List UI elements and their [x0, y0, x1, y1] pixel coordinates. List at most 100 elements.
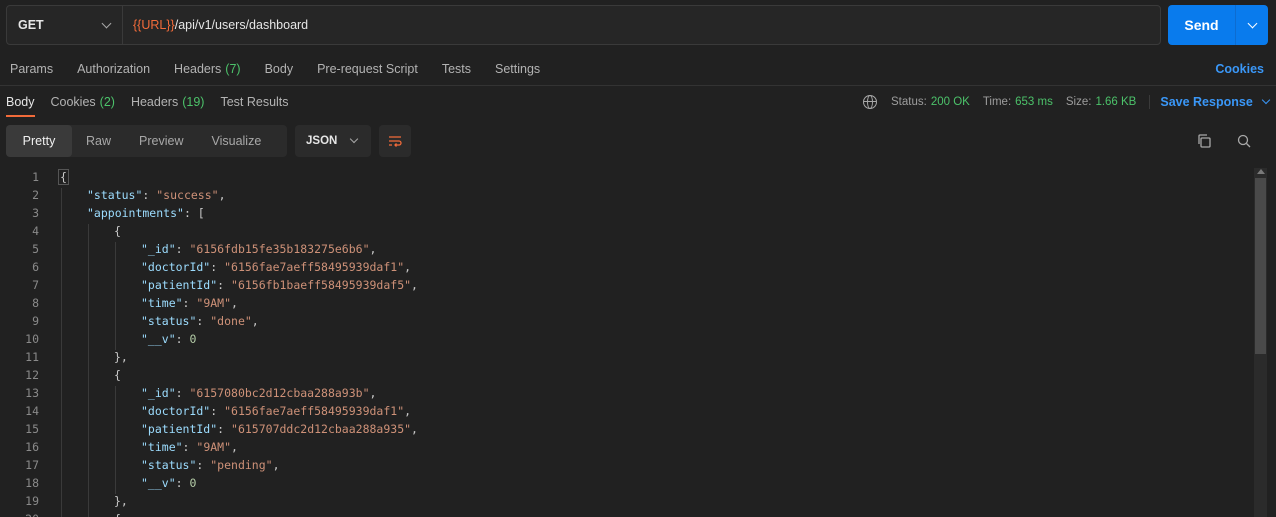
tab-label: Tests [441, 62, 471, 76]
size-value: 1.66 KB [1095, 96, 1137, 108]
code-line: { [58, 169, 69, 185]
line-number: 8 [32, 296, 39, 310]
json-string: "615707ddc2d12cbaa288a935" [231, 422, 412, 436]
json-string: "6157080bc2d12cbaa288a93b" [189, 386, 370, 400]
json-string: "9AM" [196, 296, 232, 310]
json-punctuation: : [182, 296, 197, 310]
view-preview-button[interactable]: Preview [125, 125, 197, 157]
json-key: "status" [87, 188, 143, 202]
line-number: 6 [32, 260, 39, 274]
response-tabs: Body Cookies (2) Headers (19) Test Results [6, 95, 305, 117]
save-response-label: Save Response [1160, 95, 1253, 109]
line-number: 5 [32, 242, 39, 256]
save-response-button[interactable]: Save Response [1160, 95, 1271, 109]
json-key: "__v" [141, 476, 176, 490]
code-line: "time": "9AM", [141, 440, 238, 454]
code-line: { [114, 368, 121, 382]
json-key: "patientId" [141, 278, 218, 292]
scroll-up-icon[interactable] [1257, 169, 1265, 174]
scrollbar-thumb[interactable] [1255, 178, 1266, 354]
search-icon[interactable] [1236, 133, 1252, 149]
view-visualize-button[interactable]: Visualize [197, 125, 275, 157]
response-tab-headers[interactable]: Headers (19) [131, 95, 204, 117]
json-punctuation: { [114, 512, 121, 517]
json-key: "__v" [141, 332, 176, 346]
code-line: "doctorId": "6156fae7aeff58495939daf1", [141, 260, 411, 274]
language-select[interactable]: JSON [295, 125, 371, 157]
line-number: 4 [32, 224, 39, 238]
request-tab-authorization[interactable]: Authorization [77, 62, 150, 76]
json-punctuation: : [210, 404, 225, 418]
wrap-lines-icon [389, 136, 402, 147]
json-punctuation: , [404, 260, 412, 274]
tab-label: Authorization [77, 62, 151, 76]
json-key: "doctorId" [141, 260, 211, 274]
tab-label: Settings [495, 62, 541, 76]
json-punctuation: , [231, 296, 238, 310]
code-line: "status": "success", [87, 188, 226, 202]
url-variable: {{URL}} [133, 18, 175, 32]
request-tab-headers[interactable]: Headers (7) [174, 62, 241, 76]
json-punctuation: : [210, 260, 225, 274]
response-meta: Status: 200 OK Time: 653 ms Size: 1.66 K… [863, 95, 1271, 109]
json-number: 0 [189, 476, 197, 490]
copy-icon[interactable] [1196, 133, 1212, 149]
json-number: 0 [189, 332, 197, 346]
globe-icon[interactable] [863, 95, 877, 109]
url-path: /api/v1/users/dashboard [174, 18, 309, 32]
request-tab-params[interactable]: Params [10, 62, 53, 76]
response-body-editor[interactable]: 1 {2 "status": "success", 3 "appointments": … [0, 168, 1252, 517]
response-tab-cookies[interactable]: Cookies (2) [51, 95, 115, 117]
tab-count: (19) [182, 95, 205, 109]
json-string: "6156fae7aeff58495939daf1" [224, 260, 405, 274]
request-tab-body[interactable]: Body [265, 62, 294, 76]
json-key: "time" [141, 296, 183, 310]
time-value: 653 ms [1015, 96, 1053, 108]
request-bar: GET {{URL}}/api/v1/users/dashboard [6, 5, 1161, 45]
request-tab-tests[interactable]: Tests [442, 62, 471, 76]
request-tab-settings[interactable]: Settings [495, 62, 540, 76]
url-input[interactable]: {{URL}}/api/v1/users/dashboard [123, 6, 1160, 44]
line-number: 19 [25, 494, 39, 508]
indent-guide [115, 242, 116, 350]
chevron-down-icon [349, 134, 359, 144]
view-pretty-button[interactable]: Pretty [6, 125, 72, 157]
code-line: "__v": 0 [141, 476, 196, 490]
tab-label: Test Results [220, 95, 289, 109]
response-tab-body[interactable]: Body [6, 95, 35, 117]
json-punctuation: : [175, 242, 190, 256]
language-label: JSON [306, 135, 338, 147]
json-string: "pending" [210, 458, 273, 472]
separator [1149, 95, 1151, 109]
json-punctuation: { [58, 169, 69, 185]
code-line: "_id": "6156fdb15fe35b183275e6b6", [141, 242, 376, 256]
send-button[interactable]: Send [1168, 5, 1235, 45]
code-line: { [114, 224, 121, 238]
chevron-down-icon [1261, 95, 1271, 105]
json-string: "9AM" [196, 440, 232, 454]
size-label: Size: [1065, 96, 1092, 108]
time-label: Time: [982, 96, 1012, 108]
json-punctuation: { [114, 368, 121, 382]
json-punctuation: : [175, 476, 190, 490]
request-tab-pre-request-script[interactable]: Pre-request Script [317, 62, 418, 76]
view-raw-button[interactable]: Raw [72, 125, 125, 157]
code-line: "patientId": "615707ddc2d12cbaa288a935", [141, 422, 418, 436]
method-select[interactable]: GET [7, 6, 123, 44]
send-button-group: Send [1168, 5, 1268, 45]
view-mode-group: Pretty Raw Preview Visualize [6, 125, 287, 157]
json-punctuation: }, [114, 494, 128, 508]
send-options-button[interactable] [1235, 5, 1268, 45]
json-punctuation: , [218, 188, 226, 202]
json-punctuation: { [114, 224, 121, 238]
cookies-link[interactable]: Cookies [1215, 62, 1264, 76]
wrap-lines-button[interactable] [379, 125, 411, 157]
code-line: "patientId": "6156fb1baeff58495939daf5", [141, 278, 418, 292]
method-label: GET [18, 18, 44, 32]
chevron-down-icon [1247, 18, 1257, 28]
json-key: "doctorId" [141, 404, 211, 418]
response-tab-test-results[interactable]: Test Results [220, 95, 288, 117]
code-line: "status": "done", [141, 314, 259, 328]
line-number: 11 [25, 350, 39, 364]
line-number: 1 [32, 170, 39, 184]
